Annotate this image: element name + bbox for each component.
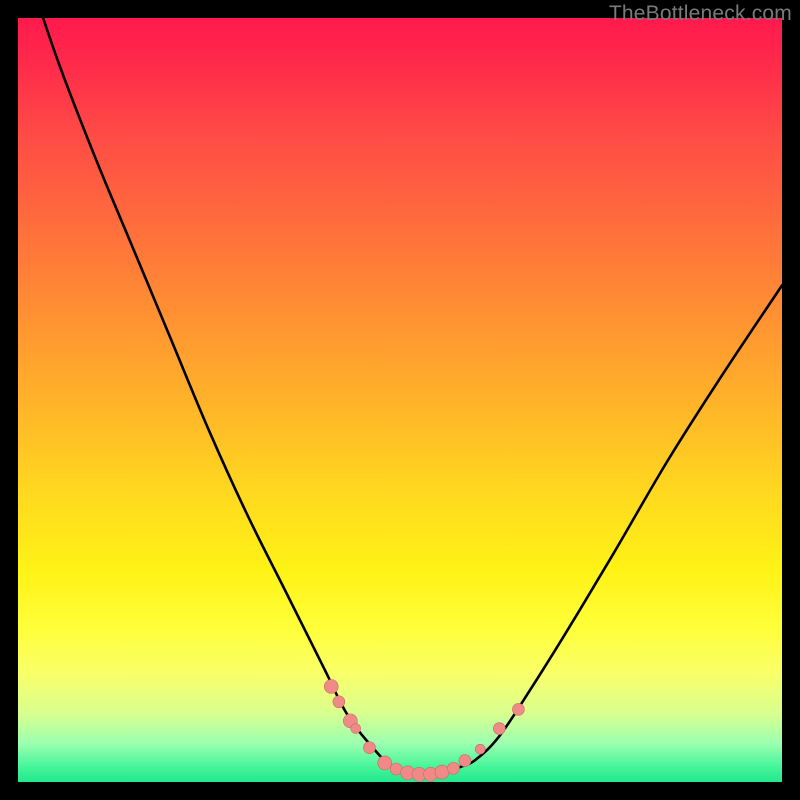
curve-marker [378,756,392,770]
curve-marker [459,755,471,767]
chart-frame: TheBottleneck.com [0,0,800,800]
curve-marker [363,742,375,754]
curve-marker [475,744,485,754]
curve-marker [333,696,345,708]
plot-area [18,18,782,782]
watermark-text: TheBottleneck.com [609,2,792,26]
bottleneck-curve-path [18,18,782,775]
curve-marker [493,723,505,735]
curve-marker [324,680,338,694]
curve-marker [435,765,449,779]
curve-marker [351,724,361,734]
bottleneck-curve-svg [18,18,782,782]
curve-marker [512,703,524,715]
curve-marker [447,762,459,774]
curve-markers [324,680,524,782]
